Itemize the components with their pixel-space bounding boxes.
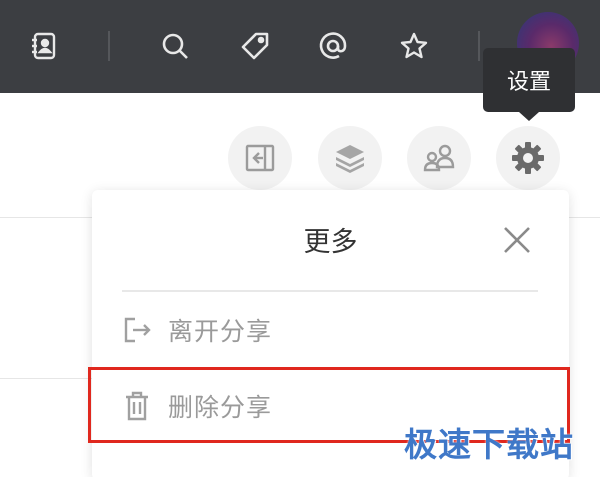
leave-share-label: 离开分享	[168, 317, 273, 346]
tooltip-arrow	[519, 112, 539, 121]
close-icon	[504, 227, 530, 253]
toolbar-separator	[478, 31, 480, 61]
content-divider	[0, 378, 100, 379]
members-button[interactable]	[407, 126, 471, 190]
close-button[interactable]	[499, 222, 535, 258]
collapse-panel-button[interactable]	[228, 126, 292, 190]
layers-icon	[336, 145, 364, 173]
settings-button[interactable]	[496, 126, 560, 190]
layers-button[interactable]	[318, 126, 382, 190]
collapse-panel-icon	[245, 144, 275, 172]
search-icon[interactable]	[156, 27, 194, 65]
settings-tooltip: 设置	[483, 48, 575, 112]
leave-share-item[interactable]: 离开分享	[120, 305, 560, 355]
at-mention-icon[interactable]	[314, 27, 352, 65]
toolbar-separator	[108, 31, 110, 61]
contacts-book-icon[interactable]	[25, 27, 63, 65]
tag-icon[interactable]	[236, 27, 274, 65]
members-icon	[423, 144, 455, 172]
panel-divider	[122, 290, 538, 292]
tooltip-label: 设置	[506, 70, 551, 95]
star-icon[interactable]	[395, 27, 433, 65]
watermark: 极速下载站	[404, 425, 574, 464]
settings-gear-icon	[512, 142, 544, 174]
panel-title: 更多	[303, 227, 358, 258]
exit-icon	[120, 313, 154, 347]
